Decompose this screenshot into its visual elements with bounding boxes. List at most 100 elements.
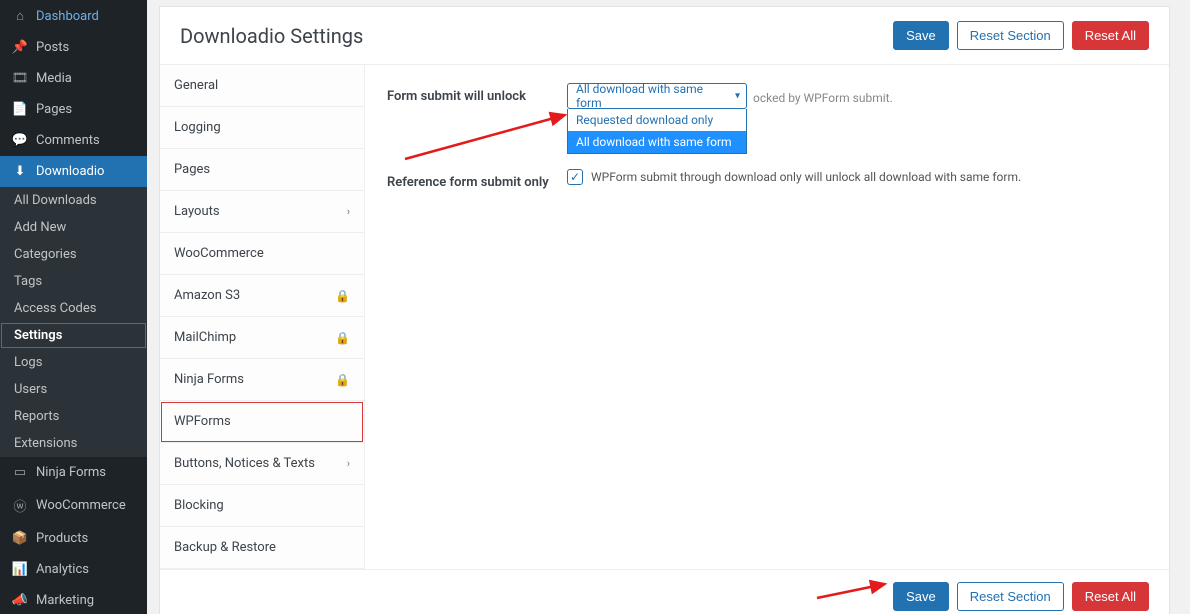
lock-icon: 🔒 (335, 373, 350, 387)
vtab-general[interactable]: General (160, 65, 364, 107)
sidebar-item-ninja-forms[interactable]: ▭ Ninja Forms (0, 457, 147, 488)
vtab-label: Logging (174, 120, 221, 135)
sidebar-item-woocommerce[interactable]: ⓦ WooCommerce (0, 488, 147, 523)
sidebar-item-comments[interactable]: 💬Comments (0, 125, 147, 156)
reset-all-button-footer[interactable]: Reset All (1072, 582, 1149, 611)
annotation-arrow (395, 109, 575, 169)
sidebar-item-label: Products (36, 531, 88, 546)
page-title: Downloadio Settings (180, 24, 363, 48)
vtab-woocommerce[interactable]: WooCommerce (160, 233, 364, 275)
header-buttons: Save Reset Section Reset All (893, 21, 1149, 50)
chevron-right-icon: › (347, 457, 350, 470)
vtab-mailchimp[interactable]: MailChimp 🔒 (160, 317, 364, 359)
vtab-logging[interactable]: Logging (160, 107, 364, 149)
reference-submit-checkbox[interactable]: ✓ WPForm submit through download only wi… (567, 169, 1147, 185)
sidebar-item-label: Analytics (36, 562, 89, 577)
reset-section-button[interactable]: Reset Section (957, 21, 1064, 50)
save-button[interactable]: Save (893, 21, 949, 50)
save-button-footer[interactable]: Save (893, 582, 949, 611)
chevron-right-icon: › (347, 205, 350, 218)
form-icon: ▭ (10, 465, 30, 480)
vtab-backup-restore[interactable]: Backup & Restore (160, 527, 364, 569)
vtab-layouts[interactable]: Layouts › (160, 191, 364, 233)
sidebar-subitem-users[interactable]: Users (0, 376, 147, 403)
dashboard-icon: ⌂ (10, 8, 30, 24)
sidebar-item-label: Media (36, 71, 72, 86)
main-content: Downloadio Settings Save Reset Section R… (147, 0, 1190, 614)
sidebar-item-pages[interactable]: 📄 Pages (0, 94, 147, 125)
vtab-pages[interactable]: Pages (160, 149, 364, 191)
dropdown-option[interactable]: All download with same form (568, 131, 746, 153)
sidebar-item-label: WooCommerce (36, 498, 126, 513)
sidebar-subitem-access-codes[interactable]: Access Codes (0, 295, 147, 322)
wp-admin-sidebar: ⌂ Dashboard 📌 Posts 🎞 Media 📄 Pages 💬Comments ⬇ Do… (0, 0, 147, 614)
panel-footer: Save Reset Section Reset All (160, 569, 1169, 614)
lock-icon: 🔒 (335, 331, 350, 345)
product-icon: 📦 (10, 531, 30, 546)
wp-submenu: All DownloadsAdd NewCategoriesTagsAccess… (0, 187, 147, 457)
vtab-wpforms[interactable]: WPForms (160, 401, 364, 443)
vtab-label: Buttons, Notices & Texts (174, 456, 315, 471)
settings-content: Form submit will unlock All download wit… (365, 65, 1169, 569)
sidebar-item-label: Pages (36, 102, 72, 117)
panel-header: Downloadio Settings Save Reset Section R… (160, 7, 1169, 65)
form-unlock-select-wrap: All download with same form ▾ Requested … (567, 83, 747, 109)
vtab-label: WooCommerce (174, 246, 264, 261)
chevron-down-icon: ▾ (735, 91, 740, 102)
sidebar-subitem-tags[interactable]: Tags (0, 268, 147, 295)
vtab-label: Layouts (174, 204, 220, 219)
vtab-label: Pages (174, 162, 210, 177)
sidebar-item-marketing[interactable]: 📣Marketing (0, 585, 147, 614)
media-icon: 🎞 (10, 71, 30, 86)
vtab-ninja-forms[interactable]: Ninja Forms🔒 (160, 359, 364, 401)
form-unlock-dropdown: Requested download onlyAll download with… (567, 109, 747, 154)
vtab-buttons-notices-texts[interactable]: Buttons, Notices & Texts › (160, 443, 364, 485)
form-unlock-select[interactable]: All download with same form ▾ (567, 83, 747, 109)
sidebar-subitem-all-downloads[interactable]: All Downloads (0, 187, 147, 214)
sidebar-item-downloadio[interactable]: ⬇ Downloadio (0, 156, 147, 187)
form-unlock-row: Form submit will unlock All download wit… (387, 83, 1147, 109)
lock-icon: 🔒 (335, 289, 350, 303)
form-unlock-value: All download with same form (576, 82, 724, 110)
sidebar-item-label: Posts (36, 40, 69, 55)
comment-icon: 💬 (10, 133, 30, 148)
sidebar-item-products[interactable]: 📦 Products (0, 523, 147, 554)
form-unlock-label: Form submit will unlock (387, 83, 567, 104)
reference-submit-label: Reference form submit only (387, 169, 567, 190)
dropdown-option[interactable]: Requested download only (568, 109, 746, 131)
annotation-arrow (813, 576, 893, 606)
sidebar-subitem-logs[interactable]: Logs (0, 349, 147, 376)
sidebar-subitem-reports[interactable]: Reports (0, 403, 147, 430)
download-icon: ⬇ (10, 164, 30, 179)
sidebar-item-posts[interactable]: 📌 Posts (0, 32, 147, 63)
vtab-label: MailChimp (174, 330, 236, 345)
settings-panel: Downloadio Settings Save Reset Section R… (159, 6, 1170, 614)
reset-section-button-footer[interactable]: Reset Section (957, 582, 1064, 611)
vtab-label: Backup & Restore (174, 540, 276, 555)
sidebar-subitem-categories[interactable]: Categories (0, 241, 147, 268)
analytics-icon: 📊 (10, 562, 30, 577)
woo-icon: ⓦ (10, 496, 30, 515)
vtab-label: WPForms (174, 414, 231, 429)
reset-all-button[interactable]: Reset All (1072, 21, 1149, 50)
checkbox-checked-icon: ✓ (567, 169, 583, 185)
sidebar-subitem-settings[interactable]: Settings (0, 322, 147, 349)
vtab-label: Amazon S3 (174, 288, 240, 303)
sidebar-item-label: Ninja Forms (36, 465, 106, 480)
vtab-amazon-s3[interactable]: Amazon S3 🔒 (160, 275, 364, 317)
pin-icon: 📌 (10, 40, 30, 55)
sidebar-item-label: Dashboard (36, 9, 99, 24)
vtab-label: General (174, 78, 218, 93)
sidebar-subitem-extensions[interactable]: Extensions (0, 430, 147, 457)
vtab-blocking[interactable]: Blocking (160, 485, 364, 527)
sidebar-item-dashboard[interactable]: ⌂ Dashboard (0, 0, 147, 32)
sidebar-item-label: Downloadio (36, 164, 104, 179)
sidebar-item-label: Marketing (36, 593, 94, 608)
sidebar-subitem-add-new[interactable]: Add New (0, 214, 147, 241)
sidebar-item-analytics[interactable]: 📊 Analytics (0, 554, 147, 585)
reference-submit-desc: WPForm submit through download only will… (591, 170, 1021, 184)
page-icon: 📄 (10, 102, 30, 117)
vtab-label: Blocking (174, 498, 224, 513)
settings-vertical-tabs: General Logging Pages Layouts › WooCommerce Am… (160, 65, 365, 569)
sidebar-item-media[interactable]: 🎞 Media (0, 63, 147, 94)
